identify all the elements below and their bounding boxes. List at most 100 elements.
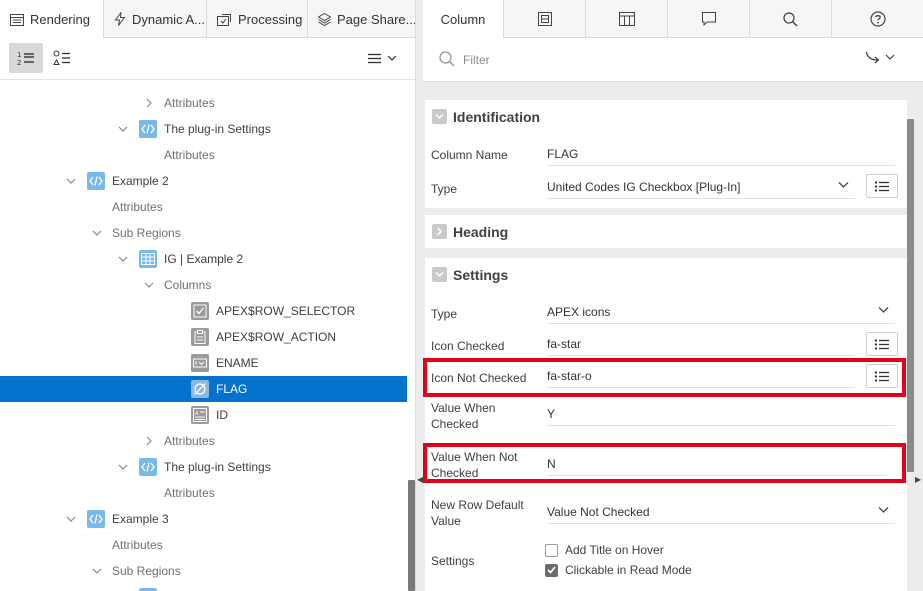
type-list-button[interactable] [866, 174, 898, 198]
chevron-down-icon[interactable] [66, 514, 76, 524]
tree-node[interactable]: Sub Regions [0, 558, 407, 584]
new-row-default-value: Value Not Checked [547, 505, 650, 519]
settings-type-value: APEX icons [547, 305, 611, 319]
processing-icon [217, 13, 231, 26]
page-shared-icon [318, 12, 331, 26]
go-to-group-button[interactable] [865, 50, 895, 64]
add-title-on-hover-option[interactable]: Add Title on Hover [545, 543, 664, 557]
settings-header[interactable]: Settings [425, 258, 907, 291]
chevron-down-icon[interactable] [92, 566, 102, 576]
chevron-down-icon[interactable] [66, 176, 76, 186]
tree-scrollbar[interactable] [408, 480, 415, 591]
tree-node[interactable]: A ID [0, 402, 407, 428]
tab-page-shared[interactable]: Page Share... [308, 0, 415, 38]
icon-checked-list-button[interactable] [866, 332, 898, 356]
heading-header[interactable]: Heading [425, 215, 907, 248]
tree-node[interactable]: Attributes [0, 194, 407, 220]
tree-menu-button[interactable] [364, 43, 400, 73]
property-label: Type [431, 307, 458, 321]
tab-comments[interactable] [668, 0, 750, 38]
tab-layout[interactable] [586, 0, 668, 38]
chevron-down-icon[interactable] [118, 124, 128, 134]
code-icon [87, 510, 105, 528]
identification-header[interactable]: Identification [425, 100, 907, 133]
type-select-value: United Codes IG Checkbox [Plug-In] [547, 180, 741, 194]
svg-text:A: A [195, 411, 199, 417]
chevron-down-icon [838, 182, 849, 188]
svg-text:1: 1 [17, 51, 21, 59]
tree-node-label: Attributes [112, 200, 163, 214]
component-list-view-button[interactable] [45, 43, 79, 73]
new-row-default-select[interactable]: Value Not Checked [547, 500, 895, 524]
tree-node-label: Attributes [164, 486, 215, 500]
clickable-read-mode-checkbox[interactable] [545, 563, 558, 577]
tab-rendering-label: Rendering [30, 12, 90, 27]
chevron-right-icon[interactable] [144, 436, 154, 446]
chevron-down-icon[interactable] [92, 228, 102, 238]
tab-search[interactable] [750, 0, 832, 38]
chevron-down-icon[interactable] [432, 267, 447, 282]
tree-node[interactable]: Attributes [0, 142, 407, 168]
property-icon-checked: Icon Checked fa-star [425, 332, 907, 358]
icon-checked-value: fa-star [547, 337, 582, 351]
tree-node[interactable]: The plug-in Settings [0, 454, 407, 480]
value-when-checked-input[interactable]: Y [547, 402, 895, 426]
tree-node-label: APEX$ROW_ACTION [216, 330, 337, 344]
tree-node-label: IG | Example 2 [164, 252, 244, 266]
filter-input[interactable]: Filter [463, 53, 490, 67]
property-editor-scrollbar[interactable] [907, 119, 914, 472]
tree-node-label: FLAG [216, 382, 248, 396]
tab-column[interactable]: Column [423, 0, 504, 39]
chevron-down-icon[interactable] [144, 280, 154, 290]
tree-node[interactable]: The plug-in Settings [0, 116, 407, 142]
tree-node[interactable]: ENAME [0, 350, 407, 376]
tab-help[interactable] [832, 0, 923, 38]
icon-checked-input[interactable]: fa-star [547, 332, 855, 356]
type-select[interactable]: United Codes IG Checkbox [Plug-In] [547, 175, 855, 199]
tree-node[interactable]: Columns [0, 272, 407, 298]
tree-node-label: Attributes [164, 148, 215, 162]
property-value-when-checked: Value When Checked Y [425, 398, 907, 434]
tree-node[interactable]: Sub Regions [0, 220, 407, 246]
tree-node[interactable]: Example 3 [0, 506, 407, 532]
tree-node-label: The plug-in Settings [164, 460, 271, 474]
tree-node[interactable]: Attributes [0, 428, 407, 454]
tree-toolbar: 12 [0, 38, 415, 80]
chevron-right-icon[interactable] [144, 98, 154, 108]
clickable-read-mode-option[interactable]: Clickable in Read Mode [545, 563, 692, 577]
pane-splitter[interactable]: ◀ [416, 0, 423, 591]
chevron-right-icon[interactable] [432, 224, 447, 239]
property-label: Icon Checked [431, 339, 505, 353]
property-settings-type: Type APEX icons [425, 300, 907, 326]
tree-node[interactable]: APEX$ROW_SELECTOR [0, 298, 407, 324]
tree-node-selected[interactable]: FLAG [0, 376, 407, 402]
filter-bar: Filter [423, 38, 923, 82]
checkbox-label: Clickable in Read Mode [565, 563, 692, 577]
tab-grouping[interactable] [504, 0, 586, 38]
splitter-right-arrow-icon[interactable]: ▶ [915, 475, 921, 484]
tree-node[interactable] [0, 584, 407, 591]
settings-type-select[interactable]: APEX icons [547, 300, 895, 324]
tree-node[interactable]: Example 2 [0, 168, 407, 194]
column-name-input[interactable]: FLAG [547, 142, 895, 166]
property-label: New Row Default Value [431, 498, 524, 528]
tree-node-label: Attributes [112, 538, 163, 552]
tab-rendering[interactable]: Rendering [0, 0, 104, 39]
tab-dynamic-actions[interactable]: Dynamic A... [104, 0, 207, 38]
add-title-checkbox[interactable] [545, 543, 558, 557]
tab-processing[interactable]: Processing [207, 0, 308, 38]
highlight-box-value-when-not-checked [423, 443, 906, 483]
list-icon [875, 181, 889, 191]
comments-icon [701, 12, 716, 26]
tree-node[interactable]: IG | Example 2 [0, 246, 407, 272]
rendering-tree: Attributes The plug-in Settings Attribut… [0, 80, 407, 591]
numbered-list-view-button[interactable]: 12 [9, 43, 43, 73]
chevron-down-icon[interactable] [118, 462, 128, 472]
chevron-down-icon[interactable] [432, 109, 447, 124]
tree-node[interactable]: Attributes [0, 532, 407, 558]
tree-node[interactable]: Attributes [0, 480, 407, 506]
tree-node[interactable]: APEX$ROW_ACTION [0, 324, 407, 350]
tree-node[interactable]: Attributes [0, 90, 407, 116]
chevron-down-icon[interactable] [118, 254, 128, 264]
property-type: Type United Codes IG Checkbox [Plug-In] [425, 174, 907, 202]
